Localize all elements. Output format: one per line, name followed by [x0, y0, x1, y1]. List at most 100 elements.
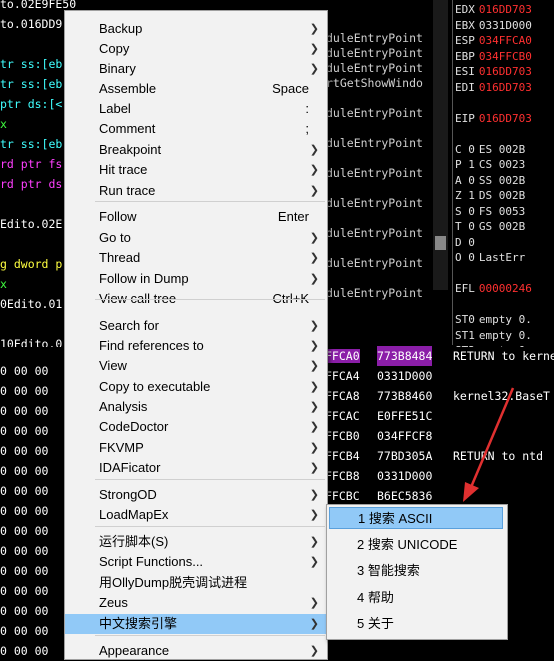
register-row[interactable]: P 1 CS 0023	[455, 157, 525, 173]
register-value[interactable]: 00000246	[479, 282, 532, 295]
dump-row[interactable]: 0 00 00	[0, 521, 48, 541]
menu-item-view[interactable]: View ❯	[65, 356, 327, 376]
register-row[interactable]	[455, 95, 459, 111]
stack-row[interactable]: FFCA0 773B8484 RETURN to kerne	[325, 346, 554, 366]
register-value[interactable]: 034FFCA0	[479, 34, 532, 47]
register-row[interactable]: EBP 034FFCB0	[455, 49, 532, 65]
menu-item-appearance[interactable]: Appearance ❯	[65, 641, 327, 661]
menu-item-loadmapex[interactable]: LoadMapEx ❯	[65, 505, 327, 525]
register-row[interactable]	[455, 126, 459, 142]
dump-row[interactable]: 0 00 00	[0, 501, 48, 521]
register-value[interactable]: 0331D000	[479, 19, 532, 32]
register-row[interactable]: EBX 0331D000	[455, 18, 532, 34]
menu-item-strongod[interactable]: StrongOD ❯	[65, 485, 327, 505]
disasm-line[interactable]: x	[0, 114, 7, 134]
disasm-line[interactable]: ptr ds:[<	[0, 94, 62, 114]
menu-item-ollydump[interactable]: 用OllyDump脱壳调试进程	[65, 573, 327, 593]
register-row[interactable]: A 0 SS 002B	[455, 173, 525, 189]
submenu-item-4[interactable]: 4 帮助	[329, 587, 503, 609]
menu-item-copy-to-executable[interactable]: Copy to executable ❯	[65, 377, 327, 397]
dump-row[interactable]: 0 00 00	[0, 601, 48, 621]
register-value[interactable]: LastErr	[479, 251, 525, 264]
menu-item-find-references-to[interactable]: Find references to ❯	[65, 336, 327, 356]
menu-item-idaficator[interactable]: IDAFicator ❯	[65, 458, 327, 478]
dump-row[interactable]: 0 00 00	[0, 361, 48, 381]
dump-row[interactable]: 0 00 00	[0, 381, 48, 401]
register-row[interactable]: C 0 ES 002B	[455, 142, 525, 158]
menu-item-codedoctor[interactable]: CodeDoctor ❯	[65, 417, 327, 437]
register-value[interactable]: 016DD703	[479, 3, 532, 16]
dump-row[interactable]: 0 00 00	[0, 621, 48, 641]
menu-item-script-functions[interactable]: Script Functions... ❯	[65, 552, 327, 572]
register-value[interactable]: 034FFCB0	[479, 50, 532, 63]
menu-item-zeus[interactable]: Zeus ❯	[65, 593, 327, 613]
menu-item-fkvmp[interactable]: FKVMP ❯	[65, 438, 327, 458]
register-row[interactable]: S 0 FS 0053	[455, 204, 525, 220]
register-row[interactable]: D 0	[455, 235, 479, 251]
submenu-item-5[interactable]: 5 关于	[329, 613, 503, 635]
submenu-item-3[interactable]: 3 智能搜索	[329, 560, 503, 582]
disasm-line[interactable]: 0Edito.01	[0, 294, 62, 314]
disasm-line[interactable]: to.016DD9	[0, 14, 62, 34]
register-row[interactable]: O 0 LastErr	[455, 250, 525, 266]
disassembly-scrollbar[interactable]	[433, 0, 448, 290]
register-row[interactable]: ESP 034FFCA0	[455, 33, 532, 49]
register-row[interactable]: ESI 016DD703	[455, 64, 532, 80]
register-value[interactable]: DS 002B	[479, 189, 525, 202]
menu-item-assemble[interactable]: Assemble Space	[65, 79, 327, 99]
register-row[interactable]	[455, 297, 459, 313]
register-row[interactable]: T 0 GS 002B	[455, 219, 525, 235]
register-row[interactable]: Z 1 DS 002B	[455, 188, 525, 204]
register-row[interactable]: EIP 016DD703	[455, 111, 532, 127]
register-value[interactable]: 016DD703	[479, 112, 532, 125]
dump-row[interactable]: 0 00 00	[0, 561, 48, 581]
register-row[interactable]	[455, 266, 459, 282]
disasm-line[interactable]: Edito.02E	[0, 214, 62, 234]
register-value[interactable]: 016DD703	[479, 81, 532, 94]
menu-item-s[interactable]: 运行脚本(S) ❯	[65, 532, 327, 552]
menu-item-comment[interactable]: Comment;	[65, 119, 327, 139]
menu-item-backup[interactable]: Backup ❯	[65, 19, 327, 39]
dump-row[interactable]: 0 00 00	[0, 641, 48, 661]
menu-item-thread[interactable]: Thread ❯	[65, 248, 327, 268]
register-value[interactable]: empty 0.	[479, 329, 532, 342]
disasm-line[interactable]: x	[0, 274, 7, 294]
register-row[interactable]: EDX 016DD703	[455, 2, 532, 18]
dump-row[interactable]: 0 00 00	[0, 441, 48, 461]
register-value[interactable]: empty 0.	[479, 313, 532, 326]
register-value[interactable]: ES 002B	[479, 143, 525, 156]
menu-item-copy[interactable]: Copy ❯	[65, 39, 327, 59]
menu-item-go-to[interactable]: Go to ❯	[65, 228, 327, 248]
dump-row[interactable]: 0 00 00	[0, 481, 48, 501]
register-row[interactable]: ST0 empty 0.	[455, 312, 532, 328]
disasm-line[interactable]: tr ss:[eb	[0, 74, 62, 94]
disasm-line[interactable]: tr ss:[eb	[0, 134, 62, 154]
register-value[interactable]: 016DD703	[479, 65, 532, 78]
dump-row[interactable]: 0 00 00	[0, 461, 48, 481]
disasm-line[interactable]: rd ptr ds	[0, 174, 62, 194]
dump-row[interactable]: 0 00 00	[0, 401, 48, 421]
register-value[interactable]: CS 0023	[479, 158, 525, 171]
disasm-line[interactable]: rd ptr fs	[0, 154, 62, 174]
menu-item-analysis[interactable]: Analysis ❯	[65, 397, 327, 417]
menu-item-breakpoint[interactable]: Breakpoint ❯	[65, 140, 327, 160]
disasm-line[interactable]: tr ss:[eb	[0, 54, 62, 74]
menu-item-follow[interactable]: Follow Enter	[65, 207, 327, 227]
register-row[interactable]: EDI 016DD703	[455, 80, 532, 96]
registers-pane[interactable]: EDX 016DD703 EBX 0331D000 ESP 034FFCA0 EBP 034F…	[452, 0, 554, 388]
register-row[interactable]: ST1 empty 0.	[455, 328, 532, 344]
scrollbar-thumb[interactable]	[435, 236, 446, 250]
menu-item-binary[interactable]: Binary ❯	[65, 59, 327, 79]
register-value[interactable]: GS 002B	[479, 220, 525, 233]
dump-row[interactable]: 0 00 00	[0, 541, 48, 561]
register-row[interactable]: EFL 00000246	[455, 281, 532, 297]
menu-item-label[interactable]: Label:	[65, 99, 327, 119]
register-value[interactable]: SS 002B	[479, 174, 525, 187]
dump-row[interactable]: 0 00 00	[0, 421, 48, 441]
menu-item-item-28[interactable]: 中文搜索引擎 ❯	[65, 614, 327, 634]
menu-item-follow-in-dump[interactable]: Follow in Dump ❯	[65, 269, 327, 289]
disasm-line[interactable]: g dword p	[0, 254, 62, 274]
dump-row[interactable]: 0 00 00	[0, 581, 48, 601]
menu-item-run-trace[interactable]: Run trace ❯	[65, 181, 327, 201]
register-value[interactable]: FS 0053	[479, 205, 525, 218]
